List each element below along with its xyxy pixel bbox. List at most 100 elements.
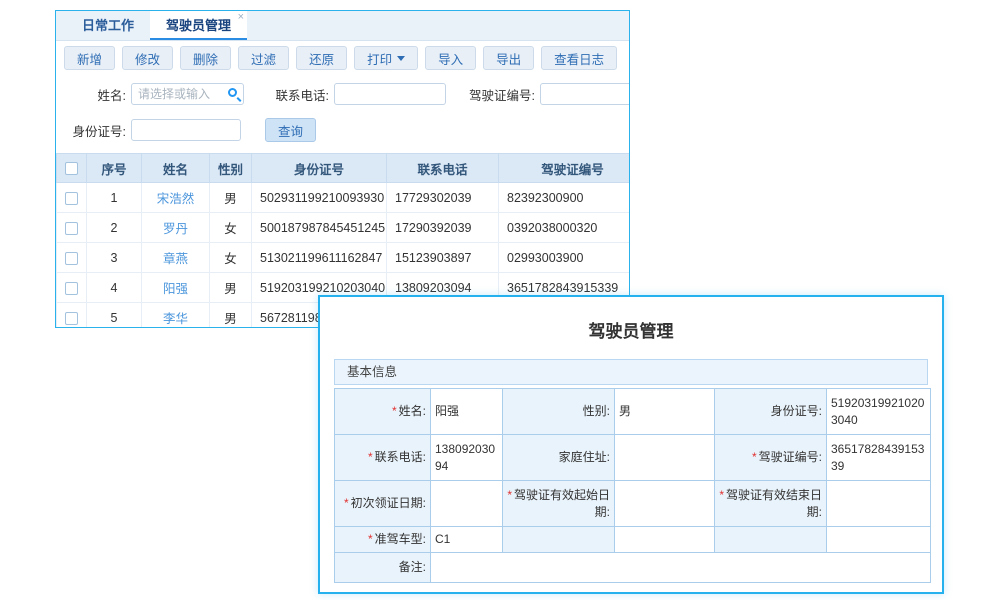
empty-label-cell	[715, 527, 827, 553]
form-row-remark: 备注:	[335, 553, 931, 583]
dialog-title: 驾驶员管理	[320, 317, 942, 342]
cell-gender: 男	[210, 183, 252, 213]
form-row-2: *联系电话: 13809203094 家庭住址: *驾驶证编号: 3651782…	[335, 435, 931, 481]
field-label-text: 准驾车型:	[375, 532, 426, 546]
driver-name-link[interactable]: 李华	[163, 312, 188, 326]
cell-idcard: 500187987845451245	[252, 213, 387, 243]
phone-field-value[interactable]: 13809203094	[431, 435, 503, 481]
empty-value-cell	[827, 527, 931, 553]
table-row[interactable]: 3 章燕 女 513021199611162847 15123903897 02…	[57, 243, 631, 273]
vehicle-type-value[interactable]: C1	[431, 527, 503, 553]
idcard-field-value[interactable]: 519203199210203040	[827, 389, 931, 435]
name-filter-label: 姓名:	[56, 85, 126, 104]
table-row[interactable]: 2 罗丹 女 500187987845451245 17290392039 03…	[57, 213, 631, 243]
export-button[interactable]: 导出	[483, 46, 534, 70]
form-row-1: *姓名: 阳强 性别: 男 身份证号: 519203199210203040	[335, 389, 931, 435]
form-row-3: *初次领证日期: *驾驶证有效起始日期: *驾驶证有效结束日期:	[335, 481, 931, 527]
cell-gender: 女	[210, 213, 252, 243]
field-label-text: 驾驶证有效起始日期:	[514, 488, 610, 518]
required-asterisk: *	[392, 404, 397, 418]
col-header-no: 序号	[87, 154, 142, 183]
license-filter-label: 驾驶证编号:	[460, 85, 535, 104]
print-button[interactable]: 打印	[354, 46, 418, 70]
cell-phone: 17729302039	[387, 183, 499, 213]
phone-field-label: *联系电话:	[335, 435, 431, 481]
cell-no: 3	[87, 243, 142, 273]
field-label-text: 驾驶证编号:	[759, 450, 822, 464]
tab-daily-work[interactable]: 日常工作	[66, 11, 150, 40]
import-button[interactable]: 导入	[425, 46, 476, 70]
cell-idcard: 513021199611162847	[252, 243, 387, 273]
driver-name-link[interactable]: 阳强	[163, 282, 188, 296]
select-all-checkbox[interactable]	[65, 162, 78, 175]
delete-button[interactable]: 删除	[180, 46, 231, 70]
search-icon[interactable]	[228, 88, 237, 97]
license-end-date-label: *驾驶证有效结束日期:	[715, 481, 827, 527]
driver-name-link[interactable]: 罗丹	[163, 222, 188, 236]
empty-value-cell	[615, 527, 715, 553]
license-filter-input[interactable]	[540, 83, 630, 105]
cell-gender: 男	[210, 303, 252, 329]
cell-no: 2	[87, 213, 142, 243]
required-asterisk: *	[719, 488, 724, 502]
form-row-4: *准驾车型: C1	[335, 527, 931, 553]
row-checkbox[interactable]	[65, 222, 78, 235]
col-header-phone: 联系电话	[387, 154, 499, 183]
driver-name-link[interactable]: 宋浩然	[157, 192, 195, 206]
table-row[interactable]: 1 宋浩然 男 502931199210093930 17729302039 8…	[57, 183, 631, 213]
driver-name-link[interactable]: 章燕	[163, 252, 188, 266]
required-asterisk: *	[344, 496, 349, 510]
idcard-filter-label: 身份证号:	[56, 121, 126, 140]
required-asterisk: *	[368, 532, 373, 546]
gender-field-value[interactable]: 男	[615, 389, 715, 435]
required-asterisk: *	[752, 450, 757, 464]
filter-button[interactable]: 过滤	[238, 46, 289, 70]
driver-detail-dialog: 驾驶员管理 基本信息 *姓名: 阳强 性别: 男 身份证号: 519203199…	[318, 295, 944, 594]
cell-phone: 17290392039	[387, 213, 499, 243]
filter-row-2: 身份证号: 查询	[56, 114, 629, 146]
view-log-button[interactable]: 查看日志	[541, 46, 617, 70]
address-field-label: 家庭住址:	[503, 435, 615, 481]
col-header-gender: 性别	[210, 154, 252, 183]
phone-filter-label: 联系电话:	[264, 85, 329, 104]
chevron-down-icon	[397, 56, 405, 61]
cell-gender: 女	[210, 243, 252, 273]
first-license-date-value[interactable]	[431, 481, 503, 527]
row-checkbox[interactable]	[65, 282, 78, 295]
license-field-value[interactable]: 3651782843915339	[827, 435, 931, 481]
remark-field-value[interactable]	[431, 553, 931, 583]
tab-driver-management[interactable]: 驾驶员管理 ×	[150, 11, 247, 40]
query-button[interactable]: 查询	[265, 118, 316, 142]
license-end-date-value[interactable]	[827, 481, 931, 527]
name-filter-input[interactable]	[131, 83, 244, 105]
field-label-text: 身份证号:	[771, 404, 822, 418]
phone-filter-input[interactable]	[334, 83, 446, 105]
name-field-value[interactable]: 阳强	[431, 389, 503, 435]
gender-field-label: 性别:	[503, 389, 615, 435]
field-label-text: 姓名:	[399, 404, 426, 418]
add-button[interactable]: 新增	[64, 46, 115, 70]
tab-driver-management-label: 驾驶员管理	[166, 18, 231, 33]
address-field-value[interactable]	[615, 435, 715, 481]
col-header-name: 姓名	[142, 154, 210, 183]
license-start-date-value[interactable]	[615, 481, 715, 527]
restore-button[interactable]: 还原	[296, 46, 347, 70]
remark-field-label: 备注:	[335, 553, 431, 583]
field-label-text: 驾驶证有效结束日期:	[726, 488, 822, 518]
row-checkbox[interactable]	[65, 312, 78, 325]
edit-button[interactable]: 修改	[122, 46, 173, 70]
name-field-label: *姓名:	[335, 389, 431, 435]
cell-idcard: 502931199210093930	[252, 183, 387, 213]
field-label-text: 家庭住址:	[559, 450, 610, 464]
cell-no: 5	[87, 303, 142, 329]
row-checkbox[interactable]	[65, 192, 78, 205]
row-checkbox[interactable]	[65, 252, 78, 265]
required-asterisk: *	[507, 488, 512, 502]
close-tab-icon[interactable]: ×	[238, 12, 244, 23]
table-header-row: 序号 姓名 性别 身份证号 联系电话 驾驶证编号	[57, 154, 631, 183]
driver-detail-form: *姓名: 阳强 性别: 男 身份证号: 519203199210203040 *…	[334, 388, 931, 583]
toolbar: 新增 修改 删除 过滤 还原 打印 导入 导出 查看日志	[56, 41, 629, 75]
name-filter-wrapper	[131, 83, 244, 105]
idcard-filter-input[interactable]	[131, 119, 241, 141]
field-label-text: 初次领证日期:	[351, 496, 426, 510]
